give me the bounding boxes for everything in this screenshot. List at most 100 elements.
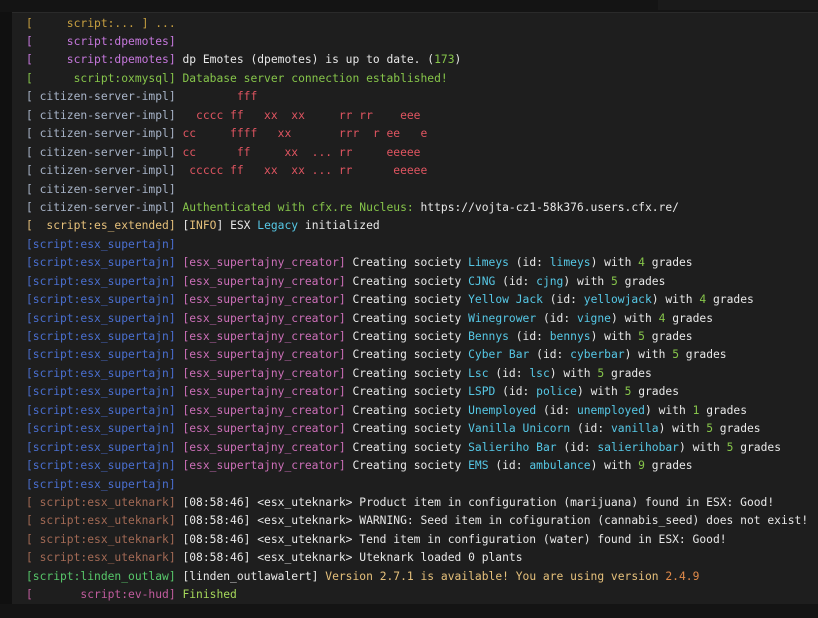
log-text: grades [679,348,727,362]
log-text: Version 2.7.1 is available! You are usin… [325,569,666,583]
log-source-tag: [script:esx_supertajn] [26,440,176,454]
log-source-tag: [ citizen-server-impl] [26,200,176,214]
log-text: cyberbar [570,348,625,362]
log-source-tag: [ citizen-server-impl] [26,127,176,141]
log-text: ] ESX [216,219,258,233]
log-text: Winegrower [468,311,537,325]
log-source-tag: [script:esx_supertajn] [26,311,176,325]
log-text: police [536,385,577,399]
console-line: [ script:esx_uteknark] [08:58:46] <esx_u… [26,494,808,512]
log-source-tag: [script:esx_supertajn] [26,477,176,491]
log-text: INFO [189,219,217,233]
log-text: ) with [624,348,673,362]
log-text: grades [644,256,693,270]
log-source-tag: [ citizen-server-impl] [26,108,176,122]
log-text: dp Emotes (dpemotes) is up to date. ( [175,53,435,67]
log-text: [esx_supertajny_creator] [175,293,346,307]
console-panel[interactable]: [ script:... ] ... [ script:dpemotes][ s… [12,12,818,605]
log-text: lsc [529,366,550,380]
log-text: (id: [508,256,550,270]
log-text: [esx_supertajny_creator] [175,366,346,380]
log-text: [esx_supertajny_creator] [175,385,346,399]
console-line: [ citizen-server-impl] ccccc ff xx xx ..… [26,162,808,180]
log-text: [esx_supertajny_creator] [175,256,346,270]
log-text: salierihobar [597,440,679,454]
console-line: [script:esx_supertajn] [esx_supertajny_c… [26,365,808,383]
log-text: ) with [678,440,727,454]
log-text: ) with [590,330,639,343]
log-text: ) with [644,403,693,417]
log-text: ) with [590,459,639,473]
log-text: fff [175,90,258,104]
log-text: ) with [658,422,707,436]
log-source-tag: [script:esx_supertajn] [26,366,176,380]
log-text: ) with [549,366,598,380]
log-text: (id: [542,293,584,307]
log-text: (id: [488,459,530,473]
log-text: ) with [651,293,700,307]
log-text: [esx_supertajny_creator] [175,330,346,343]
console-line: [ script:dpemotes] dp Emotes (dpemotes) … [26,51,808,69]
log-text: Creating society [345,459,469,473]
log-source-tag: [script:esx_supertajn] [26,256,176,270]
log-text: cc ffff xx rrr r ee e [175,127,428,141]
log-source-tag: [ script:dpemotes] [26,53,176,67]
log-text: Creating society [345,366,469,380]
log-text: [esx_supertajny_creator] [175,311,346,325]
log-text: 9 [638,459,645,473]
console-line: [ script:ev-hud] Finished [26,586,808,604]
log-source-tag: [ citizen-server-impl] [26,90,176,104]
console-line: [script:linden_outlaw] [linden_outlawale… [26,568,808,586]
log-text: 5 [610,274,618,288]
log-text: (id: [536,403,577,417]
log-text: ) [454,53,462,67]
log-source-tag: [ script:esx_uteknark] [26,514,176,528]
console-line: [ script:esx_uteknark] [08:58:46] <esx_u… [26,531,808,549]
log-text: Creating society [345,293,469,307]
log-text: cccc ff xx xx rr rr eee [175,108,421,122]
log-source-tag: [ script:es_extended] [26,219,176,233]
log-text: (id: [495,385,537,399]
log-text: cjng [536,274,564,288]
console-line: [ script:dpemotes] [26,33,808,51]
log-text: limeys [549,256,591,270]
log-source-tag: [ citizen-server-impl] [26,145,176,159]
console-line: [script:esx_supertajn] [esx_supertajny_c… [26,328,808,346]
log-text: grades [631,385,679,399]
log-source-tag: [script:esx_supertajn] [26,274,176,288]
log-source-tag: [ script:esx_uteknark] [26,532,176,546]
log-text: 5 [706,422,713,436]
console-line: [script:esx_supertajn] [esx_supertajny_c… [26,346,808,364]
console-line: [ citizen-server-impl] cccc ff xx xx rr … [26,107,808,125]
log-text: [08:58:46] <esx_uteknark> Uteknark loade… [175,551,523,565]
log-text: 5 [672,348,679,362]
log-source-tag: [script:esx_supertajn] [26,348,176,362]
console-line: [script:esx_supertajn] [esx_supertajny_c… [26,291,808,309]
log-text: [esx_supertajny_creator] [175,459,346,473]
console-line: [script:esx_supertajn] [esx_supertajny_c… [26,254,808,272]
log-text: Creating society [345,311,469,325]
log-text: https://vojta-cz1-58k376.users.cfx.re/ [420,200,679,214]
log-source-tag: [script:esx_supertajn] [26,330,176,343]
log-source-tag: [script:esx_supertajn] [26,422,176,436]
log-text: [ [175,219,190,233]
log-text: EMS [468,459,489,473]
log-text: Creating society [345,348,469,362]
log-source-tag: [script:esx_supertajn] [26,293,176,307]
log-text: grades [706,293,754,307]
bottom-bar [0,604,818,618]
log-text: (id: [556,440,598,454]
log-text: Creating society [345,440,469,454]
log-source-tag: [ script:ev-hud] [26,588,176,602]
log-text: Yellow Jack [468,293,543,307]
log-text: grades [604,366,652,380]
log-source-tag: [ script:esx_uteknark] [26,495,176,509]
console-line: [script:esx_supertajn] [esx_supertajny_c… [26,402,808,420]
console-line: [ citizen-server-impl] fff [26,88,808,106]
console-line: [script:esx_supertajn] [esx_supertajny_c… [26,383,808,401]
log-text: Creating society [345,274,469,288]
console-line: [script:esx_supertajn] [26,236,808,254]
log-text: (id: [570,422,611,436]
log-text: grades [699,403,747,417]
log-source-tag: [ citizen-server-impl] [26,164,176,178]
